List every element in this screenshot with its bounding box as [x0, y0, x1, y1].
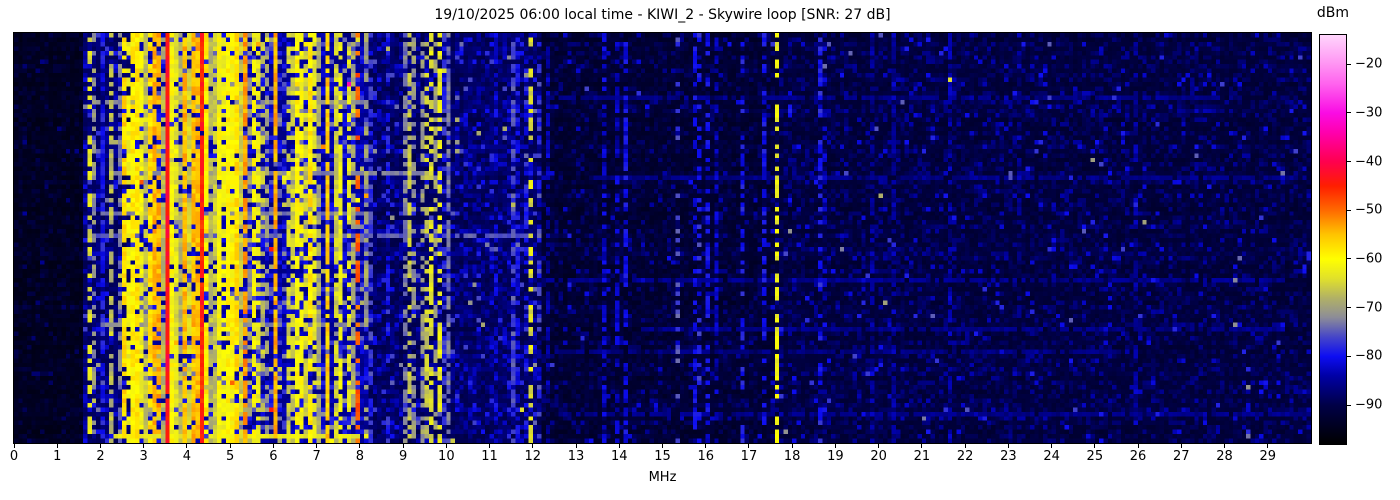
- x-tick-label: 3: [139, 449, 148, 464]
- x-axis-label: MHz: [648, 470, 677, 485]
- x-tick-mark: [575, 444, 577, 448]
- x-tick-label: 20: [870, 449, 887, 464]
- x-tick-label: 4: [182, 449, 192, 464]
- x-tick-mark: [143, 444, 145, 448]
- spectrogram-figure: 19/10/2025 06:00 local time - KIWI_2 - S…: [0, 0, 1400, 500]
- colorbar-tick-label: −40: [1355, 154, 1383, 170]
- x-tick-mark: [402, 444, 404, 448]
- x-tick-mark: [99, 444, 101, 448]
- x-tick-mark: [662, 444, 663, 448]
- x-tick-mark: [229, 444, 231, 448]
- chart-title: 19/10/2025 06:00 local time - KIWI_2 - S…: [434, 7, 891, 23]
- x-tick-label: 28: [1216, 449, 1233, 464]
- x-tick-mark: [964, 444, 966, 448]
- x-tick-mark: [705, 444, 707, 448]
- colorbar-tick-label: −50: [1355, 202, 1383, 218]
- x-tick-mark: [921, 444, 923, 448]
- x-tick-label: 14: [610, 449, 628, 464]
- x-tick-label: 15: [654, 449, 671, 464]
- colorbar-tick-label: −80: [1355, 348, 1383, 364]
- colorbar-tick-label: −30: [1355, 105, 1383, 121]
- colorbar-tick-mark: [1347, 161, 1351, 163]
- x-tick-label: 6: [269, 449, 278, 464]
- x-tick-label: 10: [438, 449, 455, 464]
- plot-frame: [13, 32, 1312, 444]
- colorbar-tick-mark: [1347, 307, 1351, 309]
- x-tick-mark: [1051, 444, 1053, 448]
- x-tick-label: 9: [398, 449, 408, 464]
- x-tick-mark: [445, 444, 447, 448]
- x-tick-label: 2: [96, 449, 105, 464]
- x-tick-label: 0: [9, 449, 19, 464]
- x-tick-label: 7: [312, 449, 321, 464]
- colorbar-tick-label: −20: [1355, 56, 1383, 72]
- x-tick-label: 17: [740, 449, 758, 464]
- x-tick-label: 24: [1043, 449, 1060, 464]
- x-tick-mark: [1267, 444, 1269, 448]
- colorbar-tick-mark: [1347, 355, 1351, 357]
- colorbar-tick-label: −70: [1355, 300, 1383, 316]
- colorbar-tick-mark: [1347, 258, 1351, 260]
- colorbar-tick-label: −60: [1355, 251, 1383, 267]
- x-tick-label: 8: [355, 449, 364, 464]
- x-tick-label: 1: [53, 449, 62, 464]
- colorbar: [1319, 34, 1347, 445]
- x-tick-label: 16: [697, 449, 714, 464]
- colorbar-tick-mark: [1347, 209, 1351, 211]
- colorbar-tick-mark: [1347, 404, 1351, 406]
- x-tick-label: 11: [481, 449, 498, 464]
- x-tick-mark: [13, 444, 15, 448]
- x-tick-mark: [489, 444, 491, 448]
- colorbar-title: dBm: [1316, 5, 1350, 21]
- colorbar-tick-mark: [1347, 112, 1351, 114]
- x-tick-mark: [272, 444, 274, 448]
- waterfall-image: [14, 33, 1311, 443]
- x-tick-label: 21: [913, 449, 931, 464]
- x-tick-label: 29: [1259, 449, 1277, 464]
- x-tick-label: 18: [783, 449, 801, 464]
- x-tick-mark: [1224, 444, 1226, 448]
- colorbar-tick-mark: [1347, 63, 1351, 65]
- x-tick-label: 5: [226, 449, 235, 464]
- x-tick-mark: [748, 444, 750, 448]
- x-tick-label: 13: [567, 449, 585, 464]
- x-tick-label: 27: [1173, 449, 1190, 464]
- x-tick-mark: [878, 444, 880, 448]
- x-tick-mark: [1180, 444, 1182, 448]
- x-tick-mark: [359, 444, 361, 448]
- x-tick-mark: [532, 444, 534, 448]
- x-tick-mark: [316, 444, 318, 448]
- x-tick-mark: [618, 444, 620, 448]
- x-tick-mark: [1137, 444, 1139, 448]
- x-tick-label: 12: [524, 449, 542, 464]
- x-tick-mark: [56, 444, 58, 448]
- x-tick-mark: [1094, 444, 1096, 448]
- colorbar-tick-label: −90: [1355, 397, 1383, 413]
- x-tick-mark: [791, 444, 793, 448]
- x-tick-mark: [186, 444, 188, 448]
- x-tick-mark: [834, 444, 836, 448]
- x-tick-label: 23: [1000, 449, 1017, 464]
- x-tick-label: 22: [956, 449, 974, 464]
- x-tick-label: 26: [1129, 449, 1147, 464]
- x-tick-label: 19: [827, 449, 844, 464]
- x-tick-mark: [1007, 444, 1009, 448]
- x-tick-label: 25: [1086, 449, 1104, 464]
